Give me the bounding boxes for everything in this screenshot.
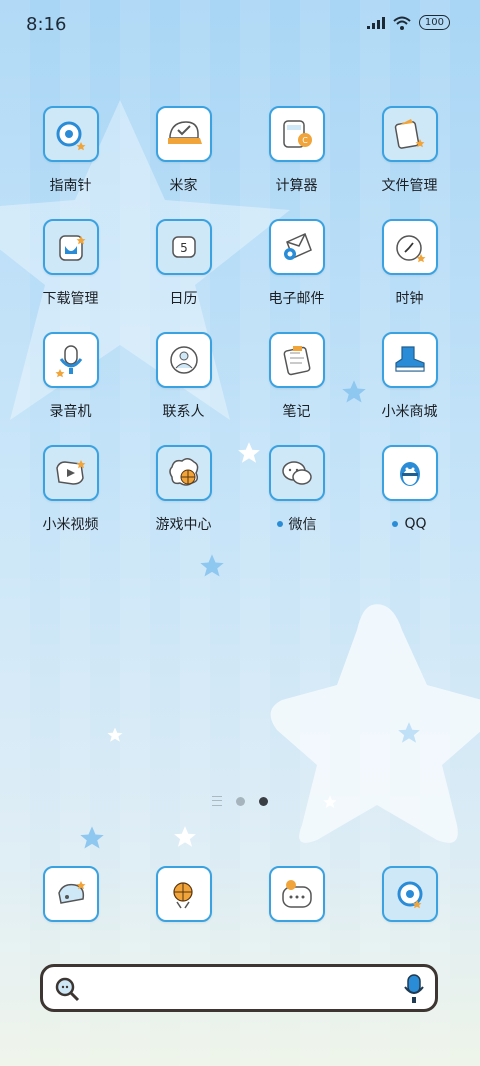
page-dot-2-active[interactable]	[259, 796, 268, 806]
dock	[14, 866, 466, 922]
email-icon	[268, 219, 325, 275]
download-manager-icon	[42, 219, 99, 275]
dock-browser[interactable]	[353, 866, 466, 922]
svg-text:C: C	[302, 136, 308, 145]
search-icon[interactable]	[53, 975, 81, 1003]
phone-icon	[42, 866, 99, 922]
game-center-icon	[155, 445, 212, 501]
microphone-icon[interactable]	[401, 973, 427, 1005]
app-label: 笔记	[282, 404, 311, 420]
small-star	[174, 826, 196, 847]
app-label: 录音机	[49, 404, 92, 420]
calendar-day-glyph: 5	[180, 241, 188, 255]
app-label: 电子邮件	[268, 291, 325, 307]
app-label: 指南针	[49, 178, 92, 194]
qq-icon	[381, 445, 438, 501]
signal-icon	[366, 16, 385, 29]
app-label: 文件管理	[381, 178, 438, 194]
page-dot-1[interactable]	[236, 796, 245, 806]
menu-lines-icon	[212, 796, 222, 806]
app-file-manager[interactable]: 文件管理	[353, 106, 466, 195]
background-star-bottom	[270, 604, 480, 843]
recorder-icon	[42, 332, 99, 388]
small-star	[200, 554, 224, 577]
unread-dot	[276, 521, 283, 527]
app-wechat[interactable]: 微信	[240, 445, 353, 534]
small-star	[107, 727, 123, 742]
app-label: 小米商城	[381, 404, 438, 420]
basketball-icon	[155, 866, 212, 922]
mi-home-icon	[155, 106, 212, 162]
app-label: 米家	[169, 178, 198, 194]
app-contacts[interactable]: 联系人	[127, 332, 240, 421]
app-download-manager[interactable]: 下载管理	[14, 219, 127, 308]
app-label: 下载管理	[42, 291, 99, 307]
app-recorder[interactable]: 录音机	[14, 332, 127, 421]
mi-store-icon	[381, 332, 438, 388]
notes-icon	[268, 332, 325, 388]
app-compass[interactable]: 指南针	[14, 106, 127, 195]
app-mi-store[interactable]: 小米商城	[353, 332, 466, 421]
file-manager-icon	[381, 106, 438, 162]
app-label: 时钟	[395, 291, 424, 307]
status-icons: 100	[366, 15, 450, 30]
app-label: 联系人	[162, 404, 205, 420]
unread-dot	[392, 521, 399, 527]
small-star	[323, 795, 337, 808]
app-label: 游戏中心	[155, 517, 212, 533]
page-indicator[interactable]	[212, 796, 268, 806]
app-label: QQ	[404, 516, 427, 532]
app-label: 微信	[288, 517, 317, 533]
app-label: 日历	[169, 291, 198, 307]
wechat-icon	[268, 445, 325, 501]
clock-icon	[381, 219, 438, 275]
small-star	[80, 826, 104, 849]
compass-icon	[42, 106, 99, 162]
small-star	[398, 722, 420, 743]
app-grid: 指南针 米家 C 计算器 文件管理 下载管理 5 日历 电子邮件 时钟 录音机 …	[14, 106, 466, 534]
battery-icon: 100	[418, 15, 450, 30]
browser-icon	[381, 866, 438, 922]
mi-video-icon	[42, 445, 99, 501]
calculator-icon: C	[268, 106, 325, 162]
app-notes[interactable]: 笔记	[240, 332, 353, 421]
app-calculator[interactable]: C 计算器	[240, 106, 353, 195]
app-clock[interactable]: 时钟	[353, 219, 466, 308]
app-qq[interactable]: QQ	[353, 445, 466, 534]
app-email[interactable]: 电子邮件	[240, 219, 353, 308]
messages-icon	[268, 866, 325, 922]
app-mi-video[interactable]: 小米视频	[14, 445, 127, 534]
app-game-center[interactable]: 游戏中心	[127, 445, 240, 534]
app-calendar[interactable]: 5 日历	[127, 219, 240, 308]
dock-basketball[interactable]	[127, 866, 240, 922]
contacts-icon	[155, 332, 212, 388]
status-bar: 8:16 100	[0, 0, 480, 50]
wifi-icon	[393, 16, 411, 30]
app-label: 小米视频	[42, 517, 99, 533]
app-mi-home[interactable]: 米家	[127, 106, 240, 195]
status-time: 8:16	[26, 14, 67, 35]
dock-messages[interactable]	[240, 866, 353, 922]
search-bar[interactable]	[40, 964, 438, 1012]
dock-phone[interactable]	[14, 866, 127, 922]
app-label: 计算器	[275, 178, 318, 194]
calendar-icon: 5	[155, 219, 212, 275]
